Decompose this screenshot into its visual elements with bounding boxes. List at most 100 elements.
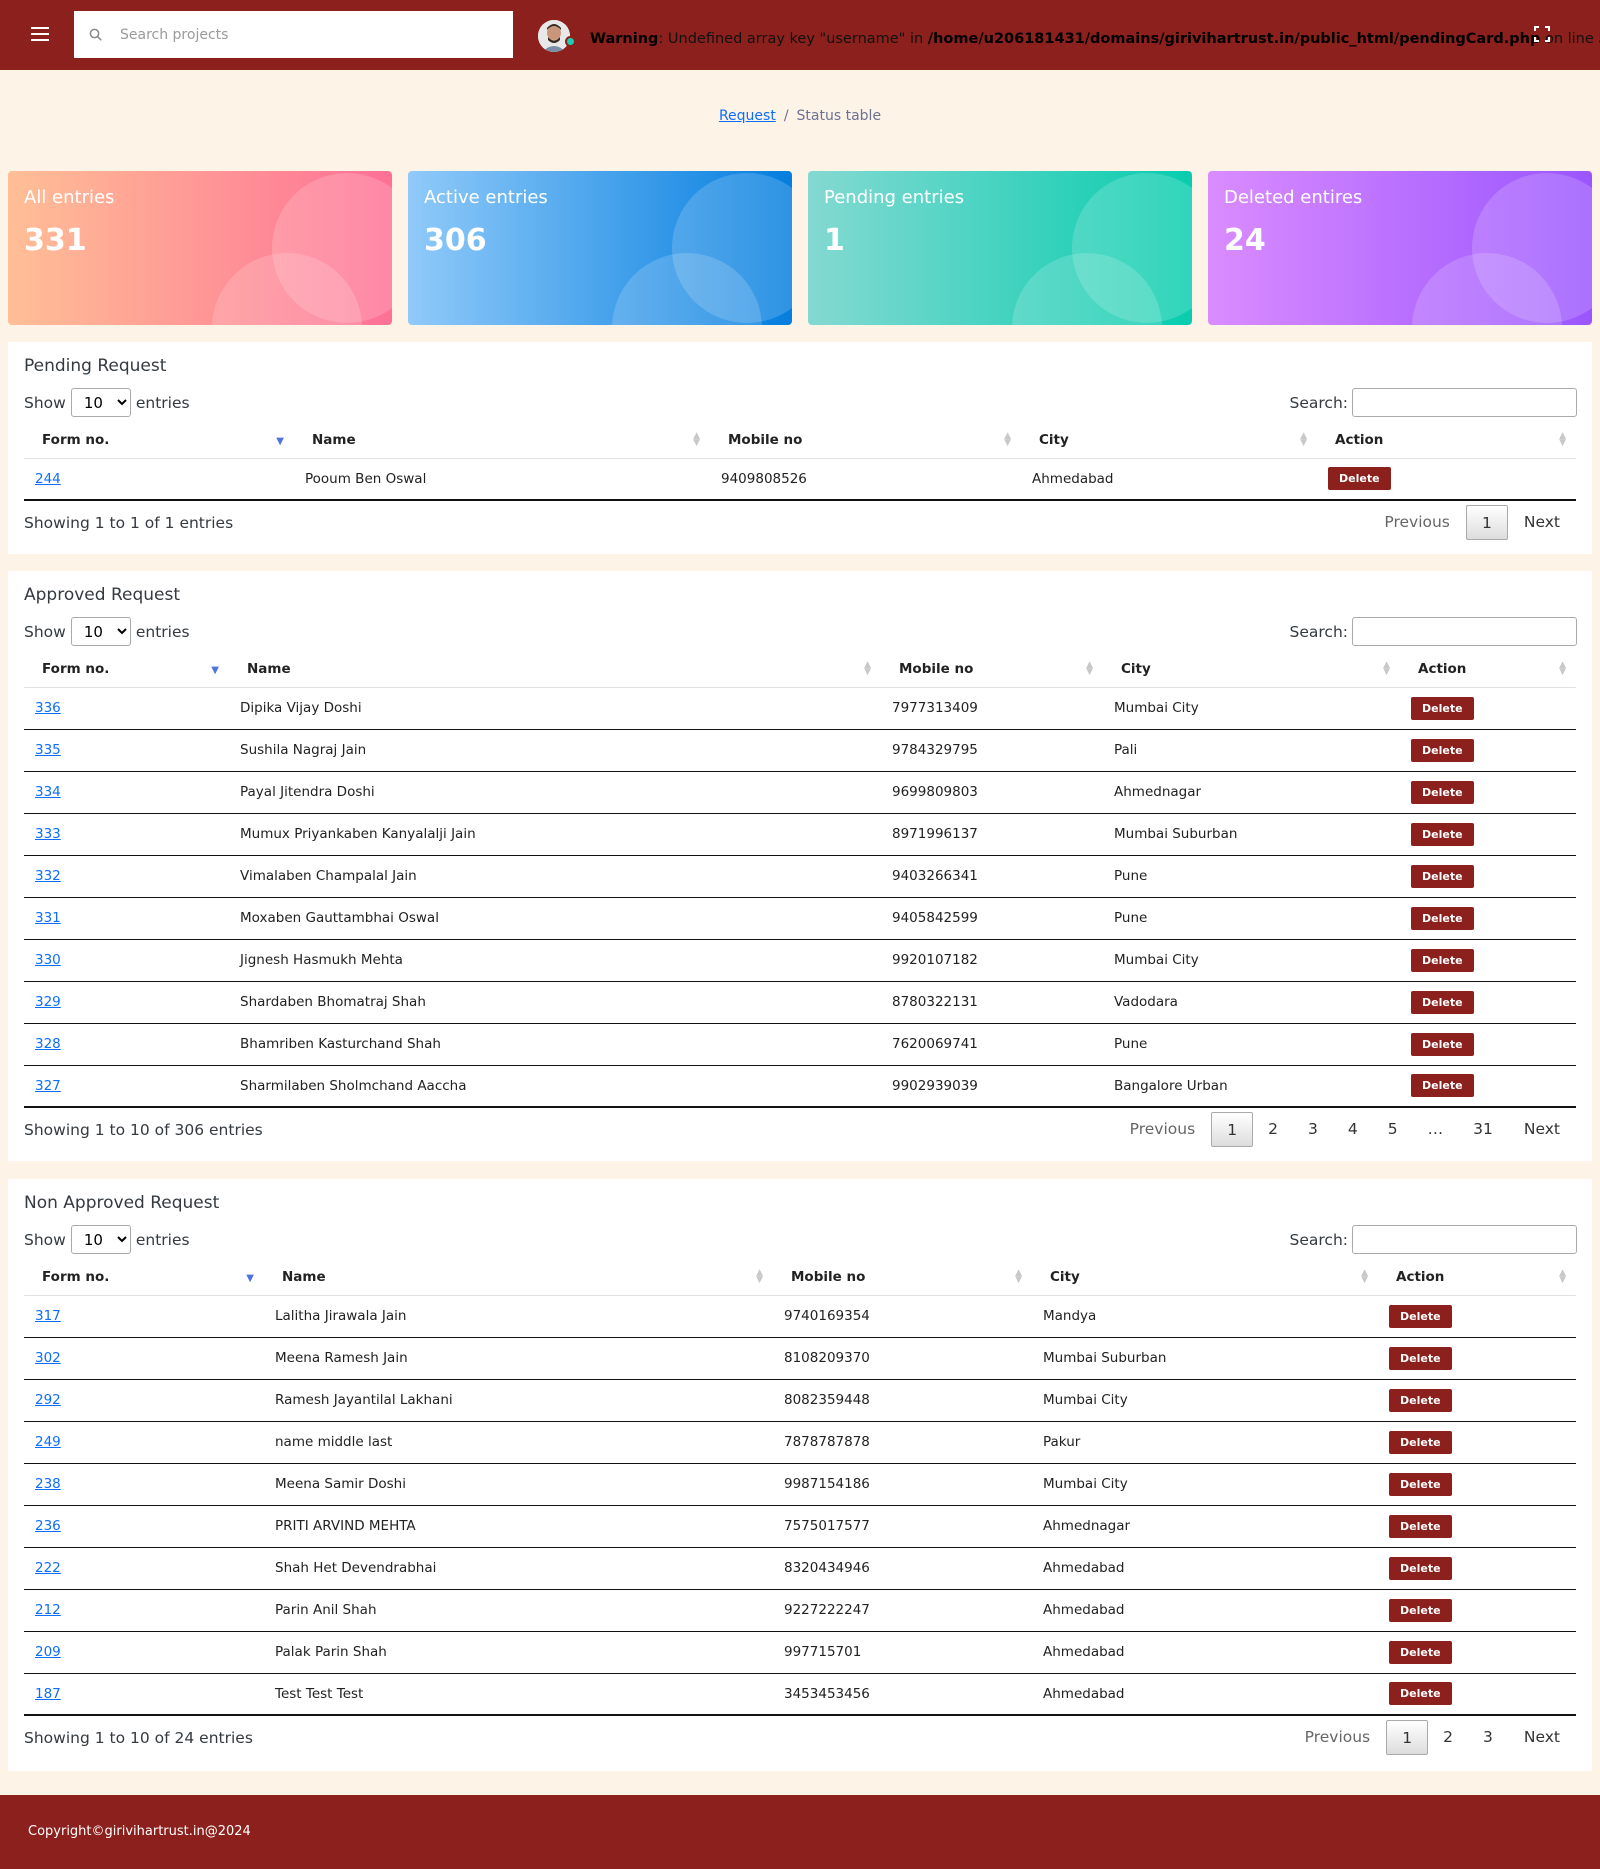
- page-button[interactable]: 2: [1253, 1112, 1293, 1147]
- form-number-link[interactable]: 249: [35, 1434, 61, 1450]
- form-number-link[interactable]: 222: [35, 1560, 61, 1576]
- breadcrumb: Request / Status table: [718, 108, 882, 124]
- column-header[interactable]: Name ▲ ▼: [229, 651, 881, 688]
- form-number-link[interactable]: 292: [35, 1392, 61, 1408]
- mobile-cell: 7575017577: [773, 1505, 1032, 1548]
- form-number-link[interactable]: 209: [35, 1644, 61, 1660]
- form-number-link[interactable]: 330: [35, 952, 61, 968]
- delete-button[interactable]: Delete: [1411, 906, 1474, 930]
- delete-button[interactable]: Delete: [1389, 1682, 1452, 1706]
- delete-button[interactable]: Delete: [1389, 1388, 1452, 1412]
- table-search-input[interactable]: [1352, 617, 1577, 646]
- page-button[interactable]: 3: [1293, 1112, 1333, 1147]
- form-number-link[interactable]: 335: [35, 742, 61, 758]
- form-number-link[interactable]: 212: [35, 1602, 61, 1618]
- sort-icon: ▲ ▼: [1361, 1268, 1368, 1285]
- data-table: Form no. ▼ Name ▲ ▼ Mobile no ▲ ▼ City ▲ ▼ Action ▲ ▼…: [24, 422, 1576, 501]
- table-search-input[interactable]: [1352, 388, 1577, 417]
- table-info: Showing 1 to 10 of 306 entries: [24, 1121, 263, 1139]
- table-row: 244 Pooum Ben Oswal 9409808526 Ahmedabad Del…: [24, 458, 1576, 501]
- panel-title: Approved Request: [24, 585, 180, 605]
- form-number-link[interactable]: 329: [35, 994, 61, 1010]
- page-length-select[interactable]: 10: [70, 1225, 131, 1254]
- delete-button[interactable]: Delete: [1411, 1032, 1474, 1056]
- avatar[interactable]: [538, 20, 570, 52]
- form-number-link[interactable]: 331: [35, 910, 61, 926]
- delete-button[interactable]: Delete: [1389, 1472, 1452, 1496]
- table-header-row: Form no. ▼ Name ▲ ▼ Mobile no ▲ ▼ City ▲ ▼ Action ▲ ▼: [24, 422, 1576, 459]
- column-header[interactable]: Form no. ▼: [24, 651, 229, 688]
- column-header[interactable]: Mobile no ▲ ▼: [881, 651, 1103, 688]
- fullscreen-icon[interactable]: [1534, 26, 1550, 42]
- city-cell: Mumbai City: [1103, 939, 1400, 982]
- delete-button[interactable]: Delete: [1411, 864, 1474, 888]
- column-header[interactable]: Name ▲ ▼: [294, 422, 710, 459]
- page-length-select[interactable]: 10: [70, 388, 131, 417]
- page-button[interactable]: 4: [1333, 1112, 1373, 1147]
- page-length-select[interactable]: 10: [70, 617, 131, 646]
- column-header[interactable]: City ▲ ▼: [1021, 422, 1317, 459]
- form-number-link[interactable]: 334: [35, 784, 61, 800]
- page-button[interactable]: 2: [1428, 1720, 1468, 1755]
- form-number-link[interactable]: 302: [35, 1350, 61, 1366]
- column-header[interactable]: Action ▲ ▼: [1400, 651, 1576, 688]
- column-header[interactable]: Action ▲ ▼: [1317, 422, 1576, 459]
- column-header[interactable]: Form no. ▼: [24, 422, 294, 459]
- delete-button[interactable]: Delete: [1389, 1346, 1452, 1370]
- delete-button[interactable]: Delete: [1389, 1640, 1452, 1664]
- form-number-link[interactable]: 236: [35, 1518, 61, 1534]
- column-header[interactable]: Action ▲ ▼: [1378, 1259, 1576, 1296]
- name-cell: Payal Jitendra Doshi: [229, 771, 881, 814]
- column-header[interactable]: City ▲ ▼: [1032, 1259, 1378, 1296]
- mobile-cell: 7620069741: [881, 1023, 1103, 1066]
- form-number-link[interactable]: 333: [35, 826, 61, 842]
- column-header[interactable]: City ▲ ▼: [1103, 651, 1400, 688]
- delete-button[interactable]: Delete: [1411, 738, 1474, 762]
- page-button[interactable]: 1: [1386, 1720, 1429, 1755]
- column-header[interactable]: Mobile no ▲ ▼: [773, 1259, 1032, 1296]
- form-number-link[interactable]: 332: [35, 868, 61, 884]
- page-button[interactable]: 5: [1373, 1112, 1413, 1147]
- delete-button[interactable]: Delete: [1389, 1430, 1452, 1454]
- delete-button[interactable]: Delete: [1411, 780, 1474, 804]
- previous-page-button[interactable]: Previous: [1114, 1112, 1212, 1147]
- previous-page-button[interactable]: Previous: [1289, 1720, 1387, 1755]
- page-button[interactable]: 1: [1465, 505, 1508, 540]
- page-button[interactable]: 31: [1458, 1112, 1508, 1147]
- next-page-button[interactable]: Next: [1508, 1112, 1576, 1147]
- name-cell: Parin Anil Shah: [264, 1589, 773, 1632]
- previous-page-button[interactable]: Previous: [1368, 505, 1466, 540]
- page-button[interactable]: 1: [1211, 1112, 1254, 1147]
- menu-toggle-button[interactable]: [28, 24, 54, 44]
- delete-button[interactable]: Delete: [1328, 467, 1391, 491]
- form-number-link[interactable]: 328: [35, 1036, 61, 1052]
- delete-button[interactable]: Delete: [1411, 1074, 1474, 1098]
- sort-icon: ▲ ▼: [1015, 1268, 1022, 1285]
- delete-button[interactable]: Delete: [1411, 696, 1474, 720]
- breadcrumb-link-request[interactable]: Request: [719, 108, 776, 124]
- form-number-link[interactable]: 238: [35, 1476, 61, 1492]
- delete-button[interactable]: Delete: [1411, 990, 1474, 1014]
- form-number-link[interactable]: 327: [35, 1078, 61, 1094]
- column-header[interactable]: Name ▲ ▼: [264, 1259, 773, 1296]
- page-button[interactable]: 3: [1468, 1720, 1508, 1755]
- column-header[interactable]: Mobile no ▲ ▼: [710, 422, 1021, 459]
- next-page-button[interactable]: Next: [1508, 1720, 1576, 1755]
- form-number-link[interactable]: 336: [35, 700, 61, 716]
- next-page-button[interactable]: Next: [1508, 505, 1576, 540]
- form-number-link[interactable]: 187: [35, 1686, 61, 1702]
- delete-button[interactable]: Delete: [1411, 822, 1474, 846]
- delete-button[interactable]: Delete: [1411, 948, 1474, 972]
- delete-button[interactable]: Delete: [1389, 1556, 1452, 1580]
- column-header[interactable]: Form no. ▼: [24, 1259, 264, 1296]
- delete-button[interactable]: Delete: [1389, 1598, 1452, 1622]
- delete-button[interactable]: Delete: [1389, 1514, 1452, 1538]
- table-search-input[interactable]: [1352, 1225, 1577, 1254]
- stat-card-all: All entries 331: [8, 171, 392, 325]
- search-input[interactable]: [120, 11, 500, 58]
- name-cell: Lalitha Jirawala Jain: [264, 1295, 773, 1338]
- delete-button[interactable]: Delete: [1389, 1304, 1452, 1328]
- form-number-link[interactable]: 317: [35, 1308, 61, 1324]
- pagination: Previous 1 2 3 4 5 … 31 Next: [1114, 1112, 1576, 1147]
- form-number-link[interactable]: 244: [35, 471, 61, 487]
